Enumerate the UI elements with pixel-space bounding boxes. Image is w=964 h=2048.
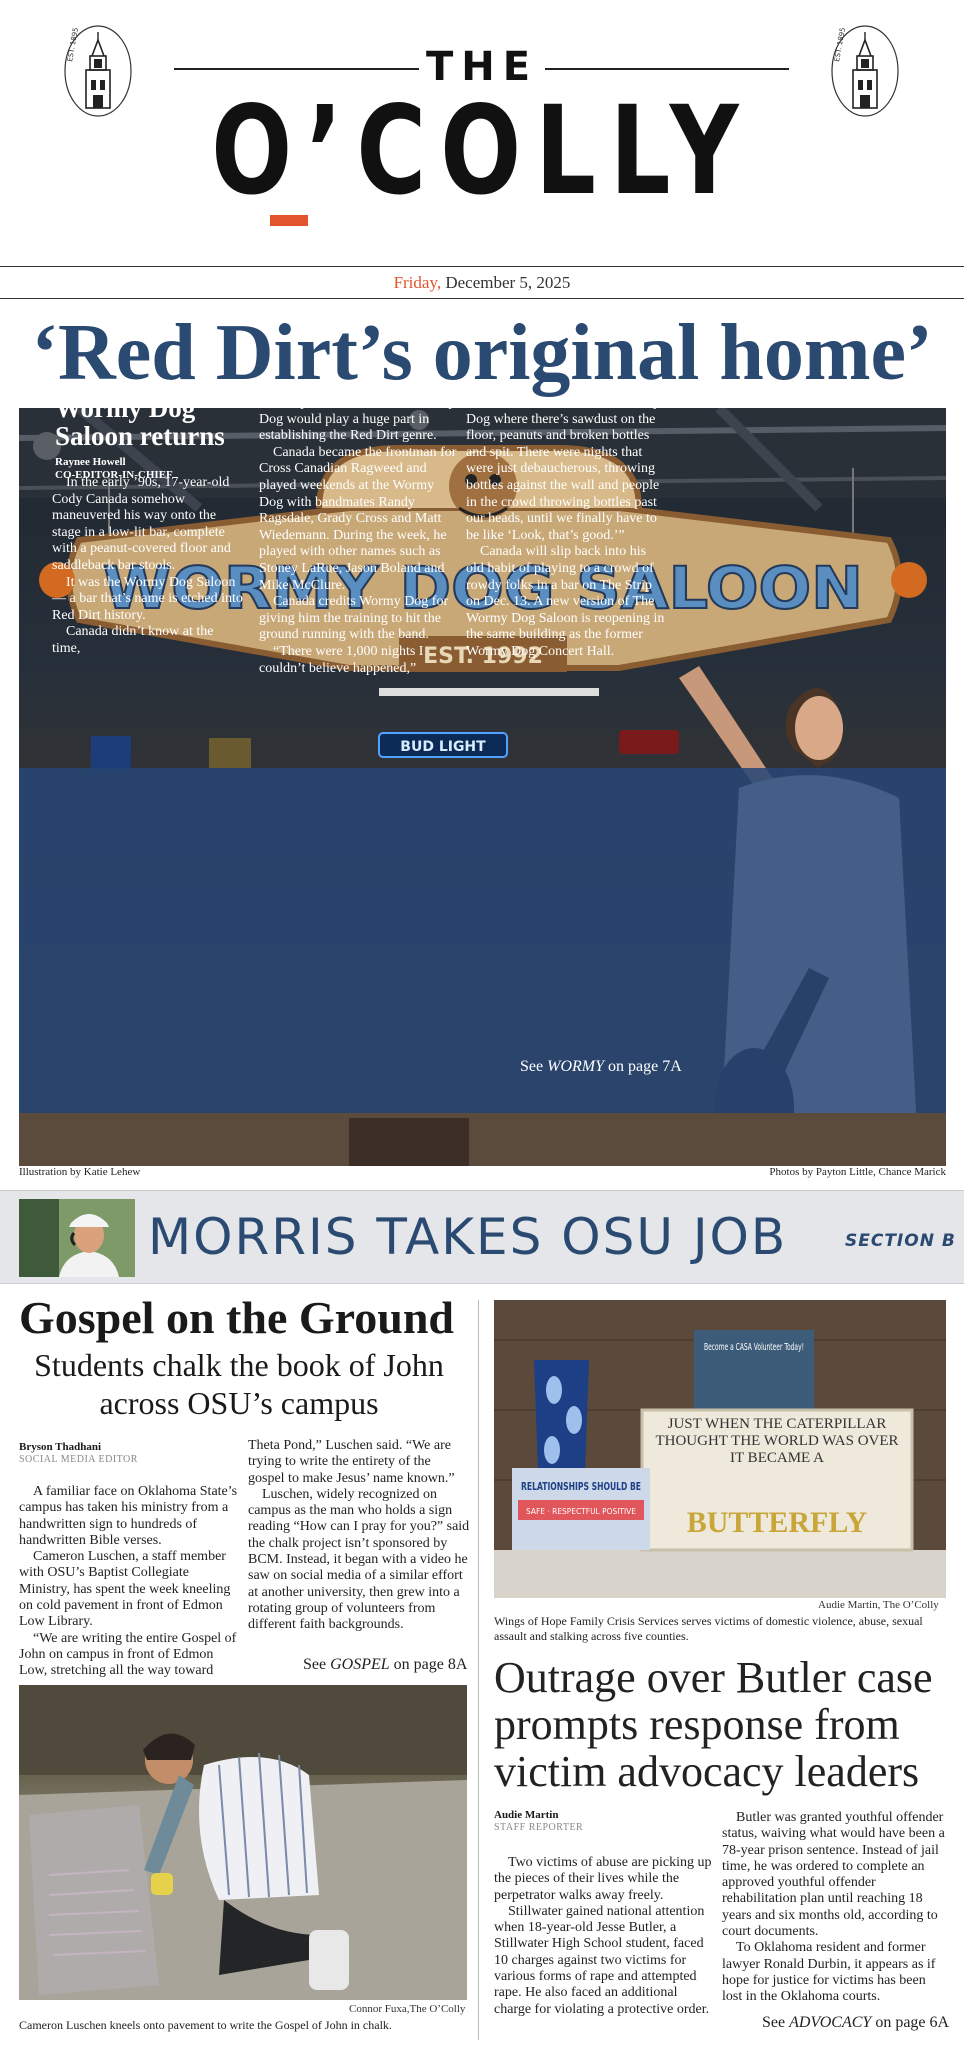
column-divider: [478, 1300, 479, 2040]
paragraph: A familiar face on Oklahoma State’s camp…: [19, 1484, 238, 1548]
dateline-date: December 5, 2025: [441, 273, 571, 292]
chalk-writer-illustration: [19, 1685, 467, 2000]
sign-quote: JUST WHEN THE CATERPILLAR THOUGHT THE WO…: [655, 1416, 899, 1466]
paragraph: “We are writing the entire Gospel of Joh…: [19, 1630, 237, 1679]
svg-text:BUD LIGHT: BUD LIGHT: [400, 739, 486, 755]
jump-suffix: on page 8A: [389, 1656, 468, 1673]
lead-column-3: Canada said. “We’re at the Wormy Dog whe…: [466, 395, 666, 661]
butler-column-1: Two victims of abuse are picking up the …: [494, 1855, 714, 2018]
gospel-column-1: A familiar face on Oklahoma State’s camp…: [19, 1484, 243, 1680]
jump-prefix: See: [762, 2014, 790, 2031]
paragraph: Two victims of abuse are picking up the …: [494, 1855, 712, 1903]
paragraph: It was the Wormy Dog Saloon — a bar that…: [52, 574, 243, 623]
butler-photo[interactable]: Become a CASA Volunteer Today! JUST WHEN…: [494, 1300, 946, 1598]
lead-column-2: but his performances at the Wormy Dog wo…: [259, 395, 459, 677]
section-teaser[interactable]: MORRIS TAKES OSU JOB SECTION B: [0, 1190, 964, 1284]
author-role: SOCIAL MEDIA EDITOR: [19, 1454, 138, 1465]
masthead-accent-bar: [270, 215, 308, 226]
masthead-title: O’COLLY: [211, 80, 753, 222]
coach-illustration: [19, 1199, 135, 1277]
butler-headline[interactable]: Outrage over Butler case prompts respons…: [494, 1654, 954, 1795]
lead-column-1: In the early ’90s, 17-year-old Cody Cana…: [52, 475, 244, 658]
author-name: Audie Martin: [494, 1809, 559, 1821]
paragraph: but his performances at the Wormy Dog wo…: [259, 395, 456, 444]
svg-text:RELATIONSHIPS SHOULD BE: RELATIONSHIPS SHOULD BE: [521, 1480, 641, 1493]
paragraph: Canada didn’t know at the time,: [52, 624, 214, 656]
lead-story-title[interactable]: Wormy Dog Saloon returns: [55, 394, 255, 450]
photo-credit: Audie Martin, The O’Colly: [818, 1599, 939, 1611]
gospel-byline: Bryson Thadhani SOCIAL MEDIA EDITOR: [19, 1441, 138, 1466]
butler-byline: Audie Martin STAFF REPORTER: [494, 1809, 583, 1834]
lead-headline[interactable]: ‘Red Dirt’s original home’: [0, 308, 964, 398]
jump-keyword: ADVOCACY: [789, 2014, 872, 2031]
svg-text:SAFE · RESPECTFUL POSITIVE: SAFE · RESPECTFUL POSITIVE: [526, 1507, 636, 1516]
gospel-column-2: Theta Pond,” Luschen said. “We are tryin…: [248, 1438, 470, 1634]
butler-jump-link[interactable]: See ADVOCACY on page 6A: [762, 2014, 949, 2032]
jump-suffix: on page 6A: [871, 2014, 950, 2031]
jump-suffix: on page 7A: [604, 1058, 682, 1075]
jump-keyword: GOSPEL: [330, 1656, 390, 1673]
teaser-section-label: SECTION B: [845, 1231, 956, 1251]
photo-caption: Wings of Hope Family Crisis Services ser…: [494, 1614, 923, 1643]
teaser-headline: MORRIS TAKES OSU JOB: [148, 1208, 788, 1266]
photo-credit: Photos by Payton Little, Chance Marick: [769, 1166, 946, 1178]
photo-credit: Connor Fuxa,The O’Colly: [349, 2003, 466, 2015]
paragraph: In the early ’90s, 17-year-old Cody Cana…: [52, 475, 231, 573]
author-role: STAFF REPORTER: [494, 1822, 584, 1833]
lead-story-panel: [19, 768, 946, 1113]
jump-keyword: WORMY: [547, 1058, 604, 1075]
divider: [0, 266, 964, 267]
photo-caption: Cameron Luschen kneels onto pavement to …: [19, 2018, 392, 2032]
svg-text:Become a CASA Volunteer Today!: Become a CASA Volunteer Today!: [704, 1342, 804, 1353]
paragraph: To Oklahoma resident and former lawyer R…: [722, 1940, 936, 2005]
paragraph: Stillwater gained national attention whe…: [494, 1903, 710, 2017]
dateline: Friday, December 5, 2025: [0, 273, 964, 293]
paragraph: Canada became the frontman for Cross Can…: [259, 444, 457, 593]
butler-column-2: Butler was granted youthful offender sta…: [722, 1810, 948, 2006]
jump-prefix: See: [520, 1058, 548, 1075]
dateline-day: Friday,: [393, 273, 442, 292]
svg-text:BUTTERFLY: BUTTERFLY: [687, 1506, 868, 1539]
gospel-jump-link[interactable]: See GOSPEL on page 8A: [303, 1656, 467, 1674]
gospel-headline[interactable]: Gospel on the Ground: [19, 1292, 454, 1344]
paragraph: Luschen, widely recognized on campus as …: [248, 1486, 470, 1633]
gospel-subheadline: Students chalk the book of John across O…: [34, 1347, 444, 1421]
coach-photo: [19, 1199, 135, 1277]
advocacy-display-illustration: Become a CASA Volunteer Today! JUST WHEN…: [494, 1300, 946, 1598]
author-name: Raynee Howell: [55, 456, 126, 468]
divider: [0, 298, 964, 299]
paragraph: Canada said. “We’re at the Wormy Dog whe…: [466, 395, 661, 543]
paragraph: Canada credits Wormy Dog for giving him …: [259, 594, 449, 643]
paragraph: Canada will slip back into his old habit…: [466, 544, 665, 659]
jump-prefix: See: [303, 1656, 331, 1673]
lead-jump-link[interactable]: See WORMY on page 7A: [520, 1058, 682, 1076]
gospel-photo[interactable]: [19, 1685, 467, 2000]
paragraph: “There were 1,000 nights I couldn’t beli…: [259, 643, 424, 676]
paragraph: Cameron Luschen, a staff member with OSU…: [19, 1549, 231, 1630]
paragraph: Butler was granted youthful offender sta…: [722, 1810, 945, 1940]
illustration-credit: Illustration by Katie Lehew: [19, 1166, 141, 1178]
paragraph: Theta Pond,” Luschen said. “We are tryin…: [248, 1438, 455, 1486]
author-name: Bryson Thadhani: [19, 1441, 102, 1453]
masthead: EST. 1895 EST. 1895 THE O’COLLY: [0, 0, 964, 264]
